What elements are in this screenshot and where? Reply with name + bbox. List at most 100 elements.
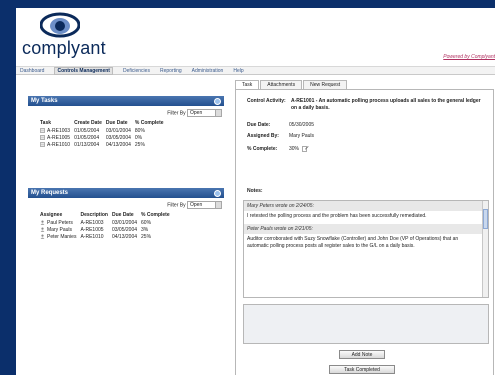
col-assignee: Assignee [40,212,63,218]
task-id: A-RE1003 [47,127,71,134]
collapse-icon[interactable] [214,189,221,197]
collapse-icon[interactable] [214,97,221,105]
filter-select[interactable]: Open [187,109,222,117]
table-header-row: Task Create Date Due Date % Complete [38,119,166,127]
document-icon [40,127,45,133]
tab-attachments[interactable]: Attachments [260,80,303,89]
logo-swoosh-icon [40,12,80,38]
chevron-down-icon [215,110,221,116]
user-icon [40,227,45,232]
table-row[interactable]: A-RE1010 01/13/2004 04/13/2004 25% [38,141,166,148]
edit-icon[interactable] [302,145,310,152]
my-tasks-header: My Tasks [28,96,224,106]
user-icon [40,220,45,225]
powered-by-link[interactable]: Powered by Complyant [443,54,495,60]
note-entry: Auditor corroborated with Suzy Snowflake… [244,234,488,252]
nav-help[interactable]: Help [233,68,243,74]
nav-administration[interactable]: Administration [192,68,224,74]
notes-label: Notes: [247,188,263,194]
cell: 01/13/2004 [74,141,100,148]
nav-reporting[interactable]: Reporting [160,68,182,74]
notes-history[interactable]: Mary Peters wrote on 2/24/05: I retested… [243,200,489,298]
cell: 3% [141,226,149,233]
app-window: complyant Powered by Complyant Dashboard… [16,8,495,375]
table-row[interactable]: Mary Pauls A-RE1005 03/05/2004 3% [38,226,172,233]
task-cell[interactable]: A-RE1005 [38,134,72,141]
task-detail-panel: Control Activity: A-RE1001 - An automatic… [235,89,494,375]
cell: 01/05/2004 [74,134,100,141]
cell: 03/05/2004 [111,226,138,233]
col-create-date: Create Date [74,120,102,126]
filter-row: Filter By Open [28,106,224,117]
col-task: Task [40,120,52,126]
task-cell[interactable]: A-RE1003 [38,127,72,134]
nav-deficiencies[interactable]: Deficiencies [123,68,150,74]
cell: 80% [134,127,145,134]
task-cell[interactable]: A-RE1010 [38,141,72,148]
filter-label: Filter By [167,110,186,117]
cell: 25% [134,141,145,148]
filter-label: Filter By [167,202,186,209]
col-description: Description [80,212,108,218]
document-icon [40,134,45,140]
table-row[interactable]: Peter Manies A-RE1010 04/13/2004 25% [38,233,172,240]
my-requests-panel: My Requests Filter By Open Assignee Desc… [28,188,224,268]
note-entry: I retested the polling process and the p… [244,211,488,222]
task-id: A-RE1005 [47,134,71,141]
my-requests-header: My Requests [28,188,224,198]
cell: 04/13/2004 [111,233,138,240]
scrollbar-thumb[interactable] [483,209,488,229]
table-row[interactable]: A-RE1005 01/05/2004 03/05/2004 0% [38,134,166,141]
chevron-down-icon [215,202,221,208]
assigned-by-row: Assigned By: Mary Pauls [247,133,314,139]
cell: 03/01/2004 [105,127,131,134]
note-input[interactable] [243,304,489,344]
note-author-line: Peter Pauls wrote on 2/21/05: [247,226,313,232]
filter-value: Open [190,110,203,116]
assignee-cell[interactable]: Peter Manies [38,233,78,240]
document-icon [40,141,45,147]
assignee-cell[interactable]: Paul Peters [38,219,78,226]
control-activity-value: A-RE1001 - An automatic polling process … [291,98,481,111]
assigned-by-label: Assigned By: [247,133,279,139]
note-body: Auditor corroborated with Suzy Snowflake… [247,236,459,249]
add-note-button[interactable]: Add Note [339,350,385,359]
cell: 60% [141,219,152,226]
user-icon [40,234,45,239]
note-body: I retested the polling process and the p… [247,213,427,219]
filter-row: Filter By Open [28,198,224,209]
cell: 25% [141,233,152,240]
cell: 01/05/2004 [74,127,100,134]
percent-complete-label: % Complete: [247,145,278,152]
cell: A-RE1010 [80,233,104,240]
percent-complete-row: % Complete: 30% [247,145,310,152]
task-id: A-RE1010 [47,141,71,148]
table-row[interactable]: A-RE1003 01/05/2004 03/01/2004 80% [38,127,166,134]
tasks-table: Task Create Date Due Date % Complete A-R… [38,119,166,148]
col-due-date: Due Date [105,120,128,126]
control-activity-row: Control Activity: A-RE1001 - An automatic… [247,98,487,112]
filter-select[interactable]: Open [187,201,222,209]
assignee-name: Peter Manies [47,233,77,240]
col-percent-complete: % Complete [134,120,164,126]
nav-dashboard[interactable]: Dashboard [20,68,44,74]
cell: A-RE1005 [80,226,104,233]
requests-table: Assignee Description Due Date % Complete… [38,211,172,240]
tab-new-request[interactable]: New Request [303,80,348,89]
assignee-cell[interactable]: Mary Pauls [38,226,78,233]
my-requests-title: My Requests [31,190,69,196]
due-date-row: Due Date: 05/30/2005 [247,122,314,128]
control-activity-label: Control Activity: [247,98,286,104]
main-nav: Dashboard Controls Management Deficienci… [16,66,495,75]
table-row[interactable]: Paul Peters A-RE1003 03/01/2004 60% [38,219,172,226]
notes-scrollbar[interactable] [482,201,488,297]
nav-controls-management[interactable]: Controls Management [54,66,113,75]
cell: 03/05/2004 [105,134,131,141]
cell: 0% [134,134,143,141]
cell: 04/13/2004 [105,141,131,148]
task-completed-button[interactable]: Task Completed [329,365,395,374]
logo: complyant [22,38,106,58]
col-due-date: Due Date [111,212,134,218]
note-author-line: Mary Peters wrote on 2/24/05: [247,203,314,209]
assignee-name: Mary Pauls [47,226,73,233]
